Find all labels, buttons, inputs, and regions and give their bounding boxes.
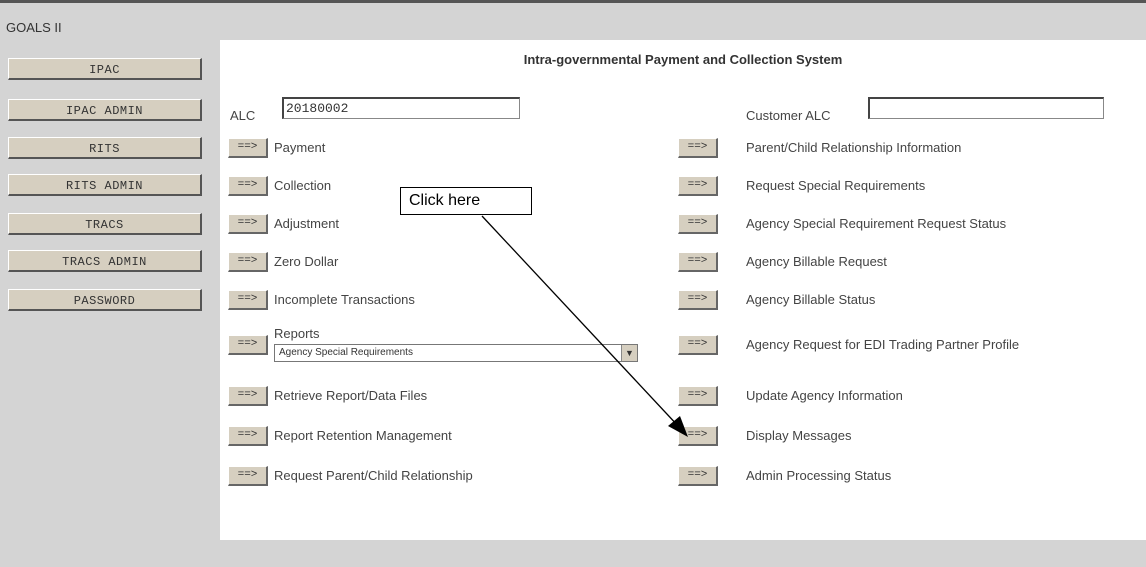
retrieve-report-arrow-button[interactable]: ==> (228, 386, 268, 406)
alc-label: ALC (230, 108, 256, 123)
link-zero-dollar[interactable]: Zero Dollar (274, 254, 338, 269)
admin-processing-arrow-button[interactable]: ==> (678, 466, 718, 486)
link-request-parent-child-relationship[interactable]: Request Parent/Child Relationship (274, 468, 473, 483)
link-request-special-requirements[interactable]: Request Special Requirements (746, 178, 925, 193)
collection-arrow-button[interactable]: ==> (228, 176, 268, 196)
reports-select-value: Agency Special Requirements (279, 347, 413, 358)
customer-alc-input[interactable] (868, 97, 1104, 119)
display-messages-arrow-button[interactable]: ==> (678, 426, 718, 446)
link-agency-request-edi-trading-partner-profile[interactable]: Agency Request for EDI Trading Partner P… (746, 337, 1019, 352)
link-agency-special-requirement-request-status[interactable]: Agency Special Requirement Request Statu… (746, 216, 1006, 231)
chevron-down-icon[interactable]: ▼ (621, 345, 637, 361)
update-agency-arrow-button[interactable]: ==> (678, 386, 718, 406)
link-report-retention-management[interactable]: Report Retention Management (274, 428, 452, 443)
nav-button-rits-admin[interactable]: RITS ADMIN (8, 174, 202, 196)
request-parent-child-arrow-button[interactable]: ==> (228, 466, 268, 486)
customer-alc-label: Customer ALC (746, 108, 831, 123)
link-agency-billable-request[interactable]: Agency Billable Request (746, 254, 887, 269)
nav-button-ipac-admin[interactable]: IPAC ADMIN (8, 99, 202, 121)
zero-dollar-arrow-button[interactable]: ==> (228, 252, 268, 272)
alc-input[interactable]: 20180002 (282, 97, 520, 119)
link-payment[interactable]: Payment (274, 140, 325, 155)
link-agency-billable-status[interactable]: Agency Billable Status (746, 292, 875, 307)
parent-child-info-arrow-button[interactable]: ==> (678, 138, 718, 158)
billable-request-arrow-button[interactable]: ==> (678, 252, 718, 272)
nav-button-rits[interactable]: RITS (8, 137, 202, 159)
app-title: GOALS II (6, 20, 62, 35)
nav-button-tracs[interactable]: TRACS (8, 213, 202, 235)
reports-select[interactable]: Agency Special Requirements ▼ (274, 344, 638, 362)
link-update-agency-information[interactable]: Update Agency Information (746, 388, 903, 403)
incomplete-transactions-arrow-button[interactable]: ==> (228, 290, 268, 310)
link-admin-processing-status[interactable]: Admin Processing Status (746, 468, 891, 483)
payment-arrow-button[interactable]: ==> (228, 138, 268, 158)
link-incomplete-transactions[interactable]: Incomplete Transactions (274, 292, 415, 307)
link-retrieve-report-data-files[interactable]: Retrieve Report/Data Files (274, 388, 427, 403)
reports-label: Reports (274, 326, 320, 341)
billable-status-arrow-button[interactable]: ==> (678, 290, 718, 310)
link-collection[interactable]: Collection (274, 178, 331, 193)
link-display-messages[interactable]: Display Messages (746, 428, 852, 443)
page-heading: Intra-governmental Payment and Collectio… (523, 52, 843, 67)
adjustment-arrow-button[interactable]: ==> (228, 214, 268, 234)
report-retention-arrow-button[interactable]: ==> (228, 426, 268, 446)
reports-arrow-button[interactable]: ==> (228, 335, 268, 355)
nav-button-tracs-admin[interactable]: TRACS ADMIN (8, 250, 202, 272)
link-parent-child-relationship-information[interactable]: Parent/Child Relationship Information (746, 140, 961, 155)
special-req-status-arrow-button[interactable]: ==> (678, 214, 718, 234)
main-panel: Intra-governmental Payment and Collectio… (220, 40, 1146, 540)
nav-button-ipac[interactable]: IPAC (8, 58, 202, 80)
request-special-req-arrow-button[interactable]: ==> (678, 176, 718, 196)
edi-profile-arrow-button[interactable]: ==> (678, 335, 718, 355)
link-adjustment[interactable]: Adjustment (274, 216, 339, 231)
window-top-border (0, 0, 1146, 3)
click-here-callout: Click here (400, 187, 532, 215)
nav-button-password[interactable]: PASSWORD (8, 289, 202, 311)
